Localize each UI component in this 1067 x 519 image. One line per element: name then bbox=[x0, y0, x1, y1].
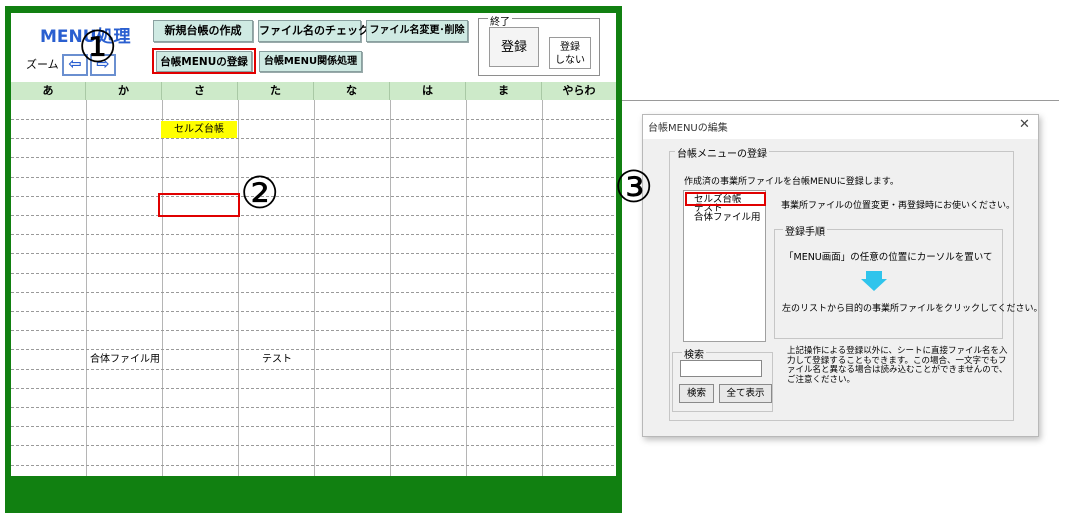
callout-3: ③ bbox=[614, 162, 654, 213]
no-register-button[interactable]: 登録 しない bbox=[549, 37, 591, 69]
column-header[interactable]: ま bbox=[466, 82, 542, 100]
column-header[interactable]: やらわ bbox=[542, 82, 616, 100]
menu-grid[interactable] bbox=[11, 100, 616, 476]
close-icon[interactable]: ✕ bbox=[1019, 117, 1030, 132]
end-group-legend: 終了 bbox=[488, 13, 512, 28]
search-legend: 検索 bbox=[682, 346, 706, 361]
rename-delete-button[interactable]: ファイル名変更･削除 bbox=[366, 20, 468, 42]
column-header[interactable]: あ bbox=[11, 82, 86, 100]
new-ledger-button[interactable]: 新規台帳の作成 bbox=[153, 20, 253, 42]
show-all-button[interactable]: 全て表示 bbox=[719, 384, 772, 403]
steps-group bbox=[774, 229, 1003, 339]
steps-legend: 登録手順 bbox=[783, 223, 827, 238]
grid-cell-combined-file[interactable]: 合体ファイル用 bbox=[90, 350, 160, 365]
ledger-menu-group-legend: 台帳メニューの登録 bbox=[675, 145, 769, 160]
ledger-file-list[interactable]: セルズ台帳 テスト 合体ファイル用 bbox=[683, 190, 766, 342]
register-button-highlight bbox=[152, 48, 256, 74]
column-header[interactable]: は bbox=[390, 82, 466, 100]
dialog-description: 作成済の事業所ファイルを台帳MENUに登録します。 bbox=[684, 177, 899, 187]
step-1-text: 「MENU画面」の任意の位置にカーソルを置いて bbox=[784, 252, 993, 263]
grid-cell-test[interactable]: テスト bbox=[262, 350, 292, 365]
column-header[interactable]: た bbox=[238, 82, 314, 100]
list-item-highlight bbox=[685, 192, 766, 206]
check-filename-button[interactable]: ファイル名のチェック bbox=[258, 20, 369, 42]
divider-line bbox=[622, 100, 1059, 101]
search-input[interactable] bbox=[680, 360, 762, 377]
callout-2: ② bbox=[240, 168, 280, 219]
grid-cell-sells-ledger[interactable]: セルズ台帳 bbox=[161, 121, 237, 138]
zoom-label: ズーム bbox=[26, 58, 59, 71]
dialog-title: 台帳MENUの編集 bbox=[648, 123, 728, 134]
column-header[interactable]: か bbox=[86, 82, 162, 100]
menu-related-button[interactable]: 台帳MENU関係処理 bbox=[259, 51, 362, 72]
dialog-description-2: 事業所ファイルの位置変更・再登録時にお使いください。 bbox=[781, 201, 1016, 211]
selected-cell-highlight bbox=[158, 193, 240, 217]
dialog-note: 上記操作による登録以外に、シートに直接ファイル名を入力して登録することもできます… bbox=[787, 346, 1008, 385]
column-header[interactable]: さ bbox=[162, 82, 238, 100]
list-item[interactable]: 合体ファイル用 bbox=[694, 213, 761, 223]
register-button[interactable]: 登録 bbox=[489, 27, 539, 67]
step-2-text: 左のリストから目的の事業所ファイルをクリックしてください。 bbox=[782, 304, 1043, 314]
callout-1: ① bbox=[78, 22, 118, 73]
down-arrow-icon bbox=[861, 271, 887, 291]
no-register-label: 登録 しない bbox=[555, 42, 585, 66]
column-header-row: あ か さ た な は ま やらわ bbox=[11, 82, 616, 100]
search-button[interactable]: 検索 bbox=[679, 384, 714, 403]
column-header[interactable]: な bbox=[314, 82, 390, 100]
